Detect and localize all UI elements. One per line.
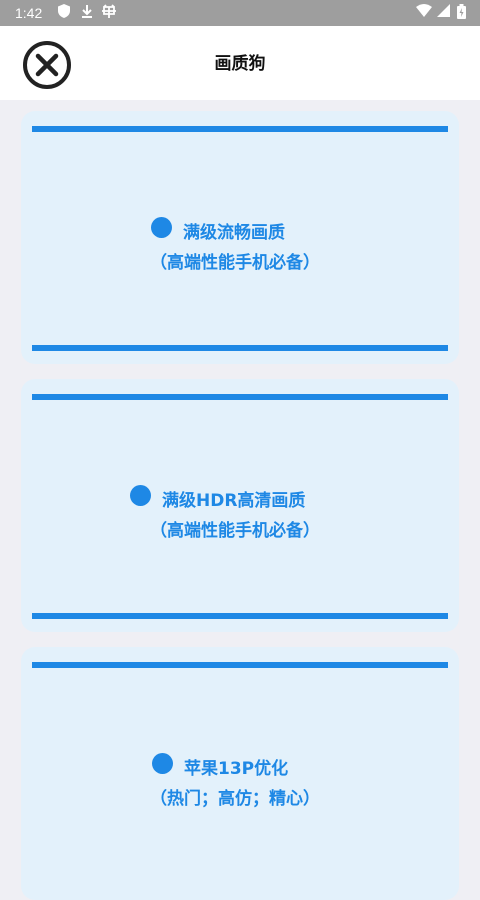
option-title: 满级流畅画质	[183, 223, 285, 243]
quality-option-smooth[interactable]: 满级流畅画质 （高端性能手机必备）	[21, 111, 459, 364]
card-bottom-bar	[32, 345, 448, 351]
status-time: 1:42	[15, 5, 43, 21]
page-title: 画质狗	[214, 54, 266, 74]
option-subtitle: （热门；高仿；精心）	[150, 789, 320, 809]
quality-option-hdr[interactable]: 满级HDR高清画质 （高端性能手机必备）	[21, 379, 459, 632]
card-top-bar	[32, 126, 448, 132]
wifi-icon	[416, 4, 432, 21]
close-button[interactable]	[22, 40, 72, 90]
option-subtitle: （高端性能手机必备）	[150, 521, 320, 541]
battery-icon	[453, 4, 469, 21]
option-title: 苹果13P优化	[184, 759, 289, 779]
card-top-bar	[32, 394, 448, 400]
card-bottom-bar	[32, 613, 448, 619]
option-dot-icon	[130, 485, 151, 506]
option-title: 满级HDR高清画质	[162, 491, 306, 511]
option-subtitle: （高端性能手机必备）	[150, 253, 320, 273]
shield-icon	[56, 4, 72, 21]
card-top-bar	[32, 662, 448, 668]
option-dot-icon	[151, 217, 172, 238]
header: 画质狗	[0, 26, 480, 100]
option-dot-icon	[152, 753, 173, 774]
cell-signal-icon	[435, 4, 451, 21]
status-bar: 1:42	[0, 0, 480, 26]
bug-icon	[101, 4, 117, 21]
close-circle-icon	[23, 41, 71, 89]
quality-option-iphone13p[interactable]: 苹果13P优化 （热门；高仿；精心）	[21, 647, 459, 900]
download-icon	[79, 4, 95, 21]
